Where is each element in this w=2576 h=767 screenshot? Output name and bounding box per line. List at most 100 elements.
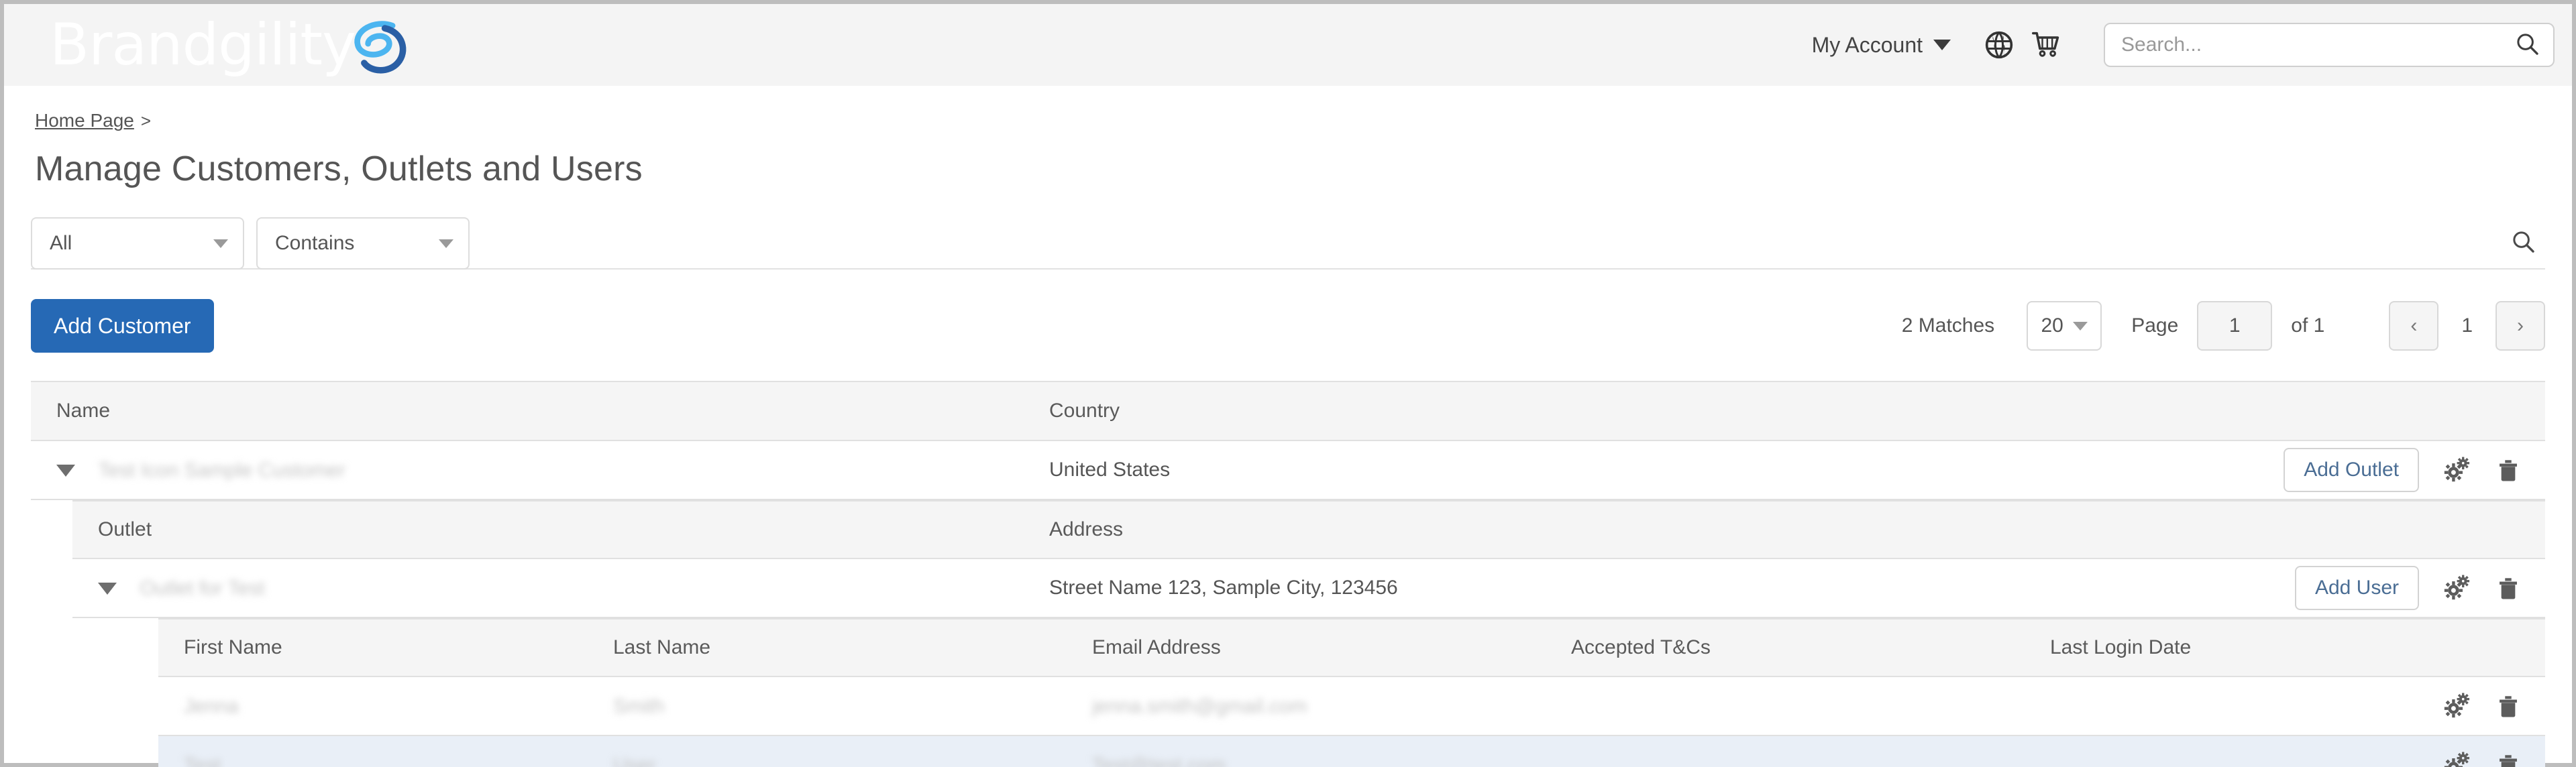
page-total-label: of 1 xyxy=(2291,314,2325,337)
brand-name: Brandgility xyxy=(50,11,356,78)
chevron-down-icon xyxy=(1933,40,1951,50)
table-row[interactable]: Jenna Smith jenna.smith@gmail.com xyxy=(158,676,2545,736)
customers-table-wrap: Name Country Test Icon Sample Customer U… xyxy=(31,381,2545,767)
swirl-logo-icon xyxy=(346,14,411,78)
prev-page-button[interactable]: ‹ xyxy=(2389,301,2439,351)
caret-down-icon xyxy=(439,239,453,248)
table-row[interactable]: Test Icon Sample Customer United States … xyxy=(31,440,2545,500)
chevron-left-icon: ‹ xyxy=(2410,314,2418,337)
cogs-icon[interactable] xyxy=(2442,750,2471,767)
breadcrumb: Home Page > xyxy=(35,110,2572,131)
outlets-nested-cell: Outlet Address Outlet for Test Street Na… xyxy=(31,499,2545,767)
customers-col-actions xyxy=(1869,381,2545,441)
breadcrumb-separator: > xyxy=(140,111,152,131)
customers-table: Name Country Test Icon Sample Customer U… xyxy=(31,381,2545,767)
search-input[interactable] xyxy=(2121,34,2514,56)
header-search-box[interactable] xyxy=(2104,23,2555,67)
page-number-input[interactable]: 1 xyxy=(2197,301,2273,351)
my-account-menu[interactable]: My Account xyxy=(1812,33,1951,58)
user-last-name: User xyxy=(613,754,656,767)
add-user-button[interactable]: Add User xyxy=(2294,566,2419,610)
customer-actions-cell: Add Outlet xyxy=(1869,440,2545,500)
match-count: 2 Matches xyxy=(1901,314,1995,337)
filter-query-input[interactable] xyxy=(482,217,2510,269)
globe-icon[interactable] xyxy=(1984,30,2014,60)
user-last-login-cell xyxy=(2025,676,2494,736)
add-customer-button[interactable]: Add Customer xyxy=(31,299,214,353)
page-size-select[interactable]: 20 xyxy=(2027,301,2102,351)
filter-search-icon[interactable] xyxy=(2510,229,2536,257)
cogs-icon[interactable] xyxy=(2442,455,2471,485)
page-title: Manage Customers, Outlets and Users xyxy=(35,150,643,188)
users-table: First Name Last Name Email Address Accep… xyxy=(158,618,2545,767)
users-col-first-name: First Name xyxy=(158,618,588,677)
user-last-name: Smith xyxy=(613,695,665,717)
filter-field-value: All xyxy=(50,232,72,254)
filter-operator-select[interactable]: Contains xyxy=(256,217,470,270)
users-col-email: Email Address xyxy=(1067,618,1546,677)
trash-icon[interactable] xyxy=(2494,574,2522,602)
users-header-row: First Name Last Name Email Address Accep… xyxy=(158,618,2545,677)
user-first-name: Jenna xyxy=(184,695,239,717)
outlets-header-row: Outlet Address xyxy=(72,500,2545,559)
customers-col-name: Name xyxy=(31,381,1024,441)
user-actions-cell xyxy=(2444,676,2545,736)
page-size-value: 20 xyxy=(2041,314,2063,337)
trash-icon[interactable] xyxy=(2494,692,2522,720)
user-accepted-tcs-cell xyxy=(1546,676,2025,736)
search-icon[interactable] xyxy=(2514,31,2540,60)
page-number-value: 1 xyxy=(2229,314,2241,337)
users-nested-row: First Name Last Name Email Address Accep… xyxy=(72,617,2545,767)
chevron-right-icon: › xyxy=(2517,314,2524,337)
shopping-cart-icon[interactable] xyxy=(2031,30,2061,60)
user-first-name: Test xyxy=(184,754,221,767)
users-col-last-name: Last Name xyxy=(588,618,1067,677)
customer-name: Test Icon Sample Customer xyxy=(98,459,345,481)
user-last-login-cell xyxy=(2025,735,2494,767)
customer-name-cell: Test Icon Sample Customer xyxy=(31,440,1024,500)
users-col-actions xyxy=(2494,618,2545,677)
user-last-name-cell: Smith xyxy=(588,676,1067,736)
trash-icon[interactable] xyxy=(2494,456,2522,484)
user-email-cell: jenna.smith@gmail.com xyxy=(1067,676,1546,736)
user-accepted-tcs-cell xyxy=(1546,735,2025,767)
add-outlet-button[interactable]: Add Outlet xyxy=(2284,448,2419,492)
outlets-table: Outlet Address Outlet for Test Street Na… xyxy=(72,500,2545,767)
outlet-address-cell: Street Name 123, Sample City, 123456 xyxy=(1024,558,1869,618)
users-nested-cell: First Name Last Name Email Address Accep… xyxy=(72,617,2545,767)
customer-country-cell: United States xyxy=(1024,440,1869,500)
cogs-icon[interactable] xyxy=(2442,691,2471,721)
user-first-name-cell: Jenna xyxy=(158,676,588,736)
breadcrumb-home-link[interactable]: Home Page xyxy=(35,110,134,131)
cogs-icon[interactable] xyxy=(2442,573,2471,603)
outlet-actions-cell: Add User xyxy=(1869,558,2545,618)
filter-field-select[interactable]: All xyxy=(31,217,244,270)
outlets-table-wrap: Outlet Address Outlet for Test Street Na… xyxy=(72,500,2545,767)
user-first-name-cell: Test xyxy=(158,735,588,767)
customers-col-country: Country xyxy=(1024,381,1869,441)
trash-icon[interactable] xyxy=(2494,751,2522,767)
outlets-col-address: Address xyxy=(1024,500,1869,559)
user-email: jenna.smith@gmail.com xyxy=(1092,695,1307,717)
outlet-expand-toggle[interactable] xyxy=(98,582,117,595)
outlets-col-actions xyxy=(1869,500,2545,559)
caret-down-icon xyxy=(2072,321,2088,331)
filter-bar: All Contains xyxy=(31,217,2545,270)
outlet-name: Outlet for Test xyxy=(140,577,265,599)
user-email-cell: Test@test.com xyxy=(1067,735,1546,767)
table-row[interactable]: Test User Test@test.com xyxy=(158,735,2545,767)
user-last-name-cell: User xyxy=(588,735,1067,767)
outlets-col-outlet: Outlet xyxy=(72,500,1024,559)
app-page: Brandgility My Account Search... Home Pa… xyxy=(0,0,2576,767)
current-page-indicator[interactable]: 1 xyxy=(2461,314,2473,337)
outlet-name-cell: Outlet for Test xyxy=(72,558,1024,618)
users-col-accepted-tcs: Accepted T&Cs xyxy=(1546,618,2025,677)
filter-operator-value: Contains xyxy=(275,232,355,254)
header-actions: My Account xyxy=(1812,23,2555,67)
table-row[interactable]: Outlet for Test Street Name 123, Sample … xyxy=(72,558,2545,618)
caret-down-icon xyxy=(213,239,228,248)
app-header: Brandgility My Account xyxy=(4,4,2572,86)
next-page-button[interactable]: › xyxy=(2496,301,2545,351)
customer-expand-toggle[interactable] xyxy=(56,464,75,477)
brand-logo[interactable]: Brandgility xyxy=(50,4,411,86)
